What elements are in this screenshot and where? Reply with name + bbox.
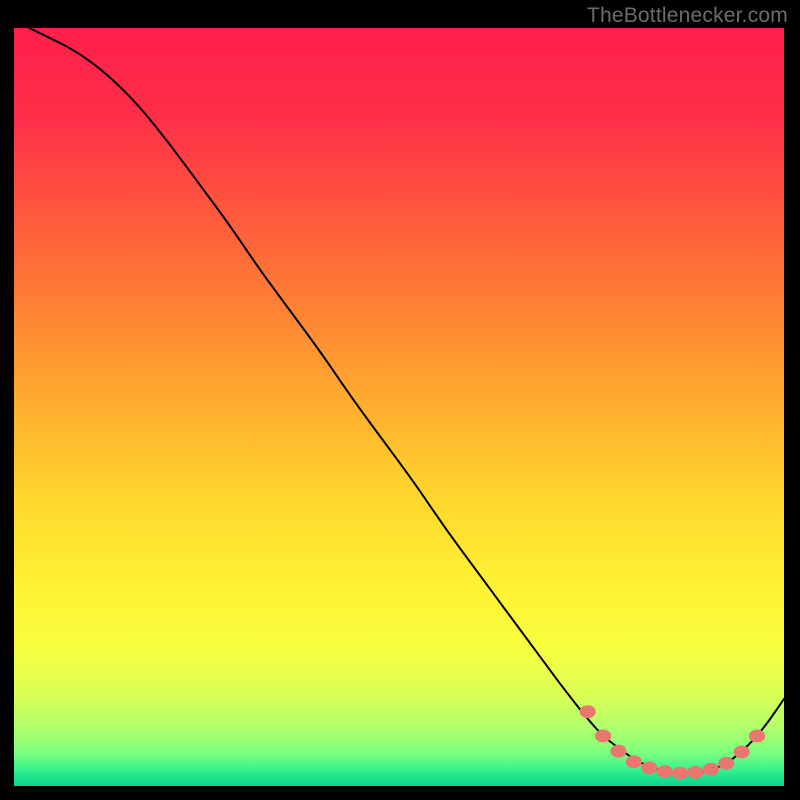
chart-frame: TheBottlenecker.com [0, 0, 800, 800]
data-point [626, 755, 642, 768]
data-point [734, 745, 750, 758]
curve-points [580, 705, 766, 779]
curve-layer [14, 28, 784, 786]
attribution-label: TheBottlenecker.com [587, 4, 788, 28]
data-point [580, 705, 596, 718]
bottleneck-curve [14, 28, 784, 774]
data-point [687, 766, 703, 779]
data-point [641, 761, 657, 774]
data-point [595, 730, 611, 743]
data-point [672, 767, 688, 780]
data-point [610, 745, 626, 758]
data-point [657, 765, 673, 778]
plot-area [14, 28, 784, 786]
data-point [703, 763, 719, 776]
data-point [749, 730, 765, 743]
data-point [718, 757, 734, 770]
